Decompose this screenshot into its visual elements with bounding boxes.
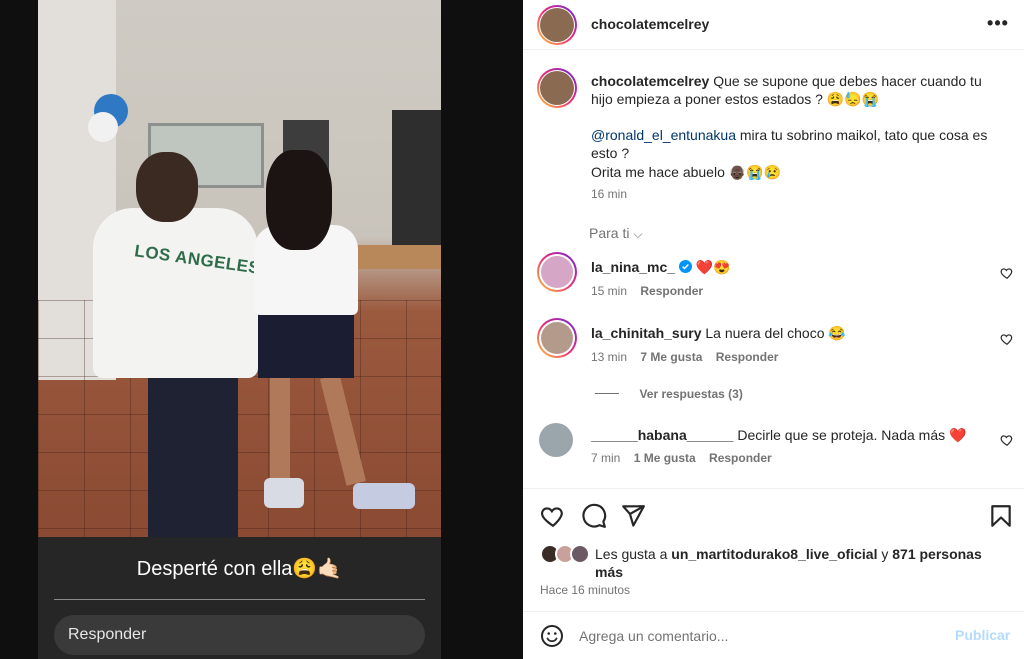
comment-text: ❤️😍	[695, 259, 731, 275]
avatar[interactable]	[537, 318, 577, 358]
post-photo[interactable]: LOS ANGELES	[38, 0, 441, 537]
photo-balloon-white	[88, 112, 118, 142]
like-heart-icon[interactable]	[1000, 332, 1014, 346]
liker-avatars	[540, 544, 596, 564]
photo-boy-head	[136, 152, 198, 222]
comments-section[interactable]: chocolatemcelrey Que se supone que debes…	[523, 50, 1024, 488]
avatar[interactable]	[537, 68, 577, 108]
likes-suffix[interactable]: más	[595, 563, 623, 581]
reply-button[interactable]: Responder	[716, 350, 779, 364]
likes-conjunction: y	[877, 546, 893, 562]
view-replies-label: Ver respuestas (3)	[639, 387, 743, 401]
reply-button[interactable]: Responder	[640, 284, 703, 298]
comment-text: Decirle que se proteja. Nada más ❤️	[737, 427, 967, 443]
avatar	[570, 544, 590, 564]
photo-girl-leg	[270, 375, 290, 485]
comment-body: la_nina_mc_ ❤️😍	[591, 258, 731, 276]
comment-username[interactable]: la_nina_mc_	[591, 259, 675, 275]
media-pane: LOS ANGELES Desperté con ella😩🤙🏻	[0, 0, 523, 659]
story-card: LOS ANGELES Desperté con ella😩🤙🏻	[38, 0, 441, 659]
add-comment-bar: Publicar	[523, 611, 1024, 659]
comment-input[interactable]	[579, 625, 939, 647]
comment-meta: 7 min 1 Me gusta Responder	[591, 451, 772, 465]
reply-button[interactable]: Responder	[709, 451, 772, 465]
post-age: Hace 16 minutos	[540, 583, 631, 597]
avatar[interactable]	[537, 252, 577, 292]
avatar[interactable]	[537, 5, 577, 45]
post-header: chocolatemcelrey •••	[523, 0, 1024, 50]
story-reply-input[interactable]	[54, 615, 425, 655]
likes-count[interactable]: 1 Me gusta	[634, 451, 696, 465]
photo-boy-pants	[148, 370, 238, 537]
like-heart-icon[interactable]	[1000, 266, 1014, 280]
likes-count[interactable]: 7 Me gusta	[640, 350, 702, 364]
comment-meta: 15 min Responder	[591, 284, 703, 298]
caption-divider	[54, 599, 425, 600]
sort-label: Para ti	[589, 225, 630, 241]
photo-door-right	[392, 110, 441, 260]
liker-username[interactable]: un_martitodurako8_live_oficial	[671, 546, 877, 562]
chevron-down-icon: ⌵	[633, 227, 643, 241]
post-panel: chocolatemcelrey ••• chocolatemcelrey Qu…	[523, 0, 1024, 659]
header-username[interactable]: chocolatemcelrey	[591, 16, 709, 32]
likes-summary: Les gusta a un_martitodurako8_live_ofici…	[595, 545, 1010, 563]
caption-text: Orita me hace abuelo 👴🏿😭😢	[591, 164, 782, 180]
photo-shoe	[353, 483, 415, 509]
comment-username[interactable]: la_chinitah_sury	[591, 325, 702, 341]
likes-prefix: Les gusta a	[595, 546, 672, 562]
mention-link[interactable]: @ronald_el_entunakua	[591, 127, 736, 143]
share-send-icon[interactable]	[620, 503, 646, 529]
post-caption: chocolatemcelrey Que se supone que debes…	[591, 72, 1006, 108]
comment-meta: 13 min 7 Me gusta Responder	[591, 350, 778, 364]
comment-username[interactable]: ______habana______	[591, 427, 733, 443]
caption-body: @ronald_el_entunakua mira tu sobrino mai…	[591, 126, 1006, 162]
bookmark-icon[interactable]	[988, 503, 1014, 529]
photo-boy-shirt	[93, 208, 258, 378]
replies-divider	[595, 393, 619, 395]
sort-dropdown[interactable]: Para ti ⌵	[589, 225, 642, 242]
likes-count[interactable]: 871 personas	[892, 546, 982, 562]
emoji-smiley-icon[interactable]	[540, 624, 564, 648]
like-heart-icon[interactable]	[540, 503, 566, 529]
view-replies-button[interactable]: Ver respuestas (3)	[595, 385, 743, 403]
avatar[interactable]	[539, 423, 573, 457]
comment-text: La nuera del choco 😂	[705, 325, 846, 341]
more-options-button[interactable]: •••	[985, 10, 1011, 36]
story-caption: Desperté con ella😩🤙🏻	[136, 558, 343, 580]
comment-body: ______habana______ Decirle que se protej…	[591, 426, 966, 444]
comment-bubble-icon[interactable]	[581, 503, 607, 529]
verified-badge-icon	[678, 260, 692, 273]
caption-time: 16 min	[591, 187, 628, 201]
comment-time: 15 min	[591, 284, 628, 298]
post-footer: Les gusta a un_martitodurako8_live_ofici…	[523, 488, 1024, 659]
publish-button[interactable]: Publicar	[955, 627, 1010, 643]
caption-username[interactable]: chocolatemcelrey	[591, 73, 709, 89]
comment-time: 13 min	[591, 350, 628, 364]
comment-time: 7 min	[591, 451, 621, 465]
comment-body: la_chinitah_sury La nuera del choco 😂	[591, 324, 846, 342]
photo-girl-head	[266, 150, 332, 250]
photo-shoe	[264, 478, 304, 508]
instagram-post-view: LOS ANGELES Desperté con ella😩🤙🏻 chocola…	[0, 0, 1024, 659]
like-heart-icon[interactable]	[1000, 433, 1014, 447]
